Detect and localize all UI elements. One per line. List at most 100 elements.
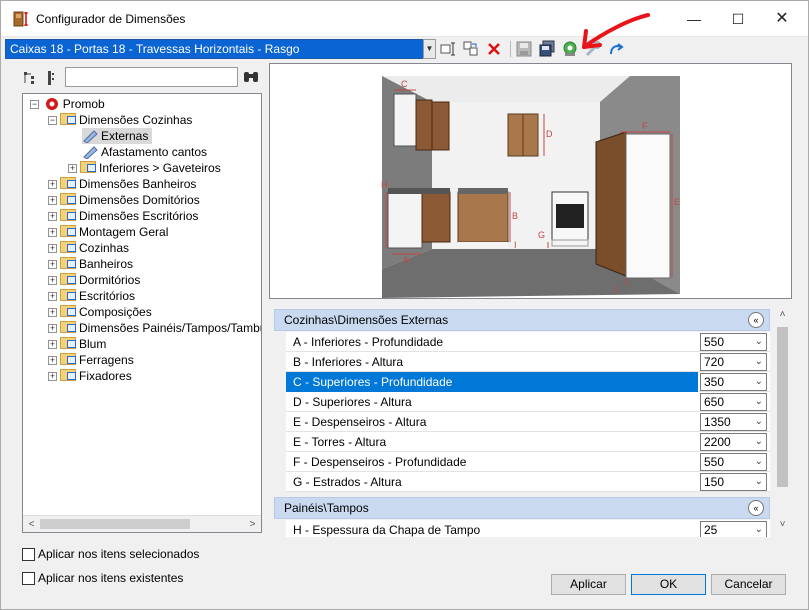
expand-icon[interactable]: + xyxy=(68,164,77,173)
tree-item[interactable]: + Blum xyxy=(48,336,106,352)
expand-icon[interactable]: + xyxy=(48,292,57,301)
checkbox-box[interactable] xyxy=(22,572,35,585)
tree-item[interactable]: + Dimensões Domitórios xyxy=(48,192,200,208)
tree-item[interactable]: + Ferragens xyxy=(48,352,134,368)
chevron-down-icon[interactable]: ⌄ xyxy=(755,454,763,470)
close-button[interactable]: ✕ xyxy=(759,1,805,37)
tree-item[interactable]: + Composições xyxy=(48,304,152,320)
tree-item[interactable]: + Dimensões Painéis/Tampos/Tambura xyxy=(48,320,261,336)
tree-item-selected[interactable]: Externas xyxy=(82,128,153,144)
tree-item[interactable]: + Cozinhas xyxy=(48,240,129,256)
expand-icon[interactable]: + xyxy=(48,180,57,189)
property-row[interactable]: A - Inferiores - Profundidade 550 ⌄ xyxy=(286,332,770,352)
save-as-icon[interactable] xyxy=(537,39,557,59)
tree-item[interactable]: + Montagem Geral xyxy=(48,224,168,240)
maximize-button[interactable]: ☐ xyxy=(715,1,761,37)
property-name[interactable]: B - Inferiores - Altura xyxy=(286,352,698,372)
collapse-category-icon[interactable]: « xyxy=(748,500,764,516)
binoculars-icon[interactable] xyxy=(241,67,261,87)
property-row[interactable]: D - Superiores - Altura 650 ⌄ xyxy=(286,392,770,412)
chevron-down-icon[interactable]: ⌄ xyxy=(755,374,763,390)
expand-icon[interactable]: + xyxy=(48,212,57,221)
scroll-left-icon[interactable]: < xyxy=(23,516,40,533)
tree-item[interactable]: + Banheiros xyxy=(48,256,133,272)
scroll-right-icon[interactable]: > xyxy=(244,516,261,533)
apply-button[interactable]: Aplicar xyxy=(551,574,626,595)
chevron-down-icon[interactable]: ⌄ xyxy=(755,354,763,370)
expand-icon[interactable]: + xyxy=(48,276,57,285)
property-row[interactable]: E - Torres - Altura 2200 ⌄ xyxy=(286,432,770,452)
apply-existing-checkbox[interactable]: Aplicar nos itens existentes xyxy=(22,571,262,587)
chevron-down-icon[interactable]: ⌄ xyxy=(755,522,763,537)
checkbox-box[interactable] xyxy=(22,548,35,561)
expand-icon[interactable]: + xyxy=(48,372,57,381)
apply-selected-checkbox[interactable]: Aplicar nos itens selecionados xyxy=(22,547,262,563)
expand-icon[interactable]: + xyxy=(48,356,57,365)
chevron-down-icon[interactable]: ⌄ xyxy=(755,394,763,410)
scroll-up-icon[interactable]: ˄ xyxy=(774,309,791,323)
property-value-select[interactable]: 350 ⌄ xyxy=(700,373,767,391)
expand-icon[interactable]: + xyxy=(48,196,57,205)
property-value-select[interactable]: 1350 ⌄ xyxy=(700,413,767,431)
property-value-select[interactable]: 150 ⌄ xyxy=(700,473,767,491)
property-name[interactable]: G - Estrados - Altura xyxy=(286,472,698,492)
scroll-down-icon[interactable]: ˅ xyxy=(774,519,791,533)
collapse-icon[interactable]: − xyxy=(30,100,39,109)
property-row-selected[interactable]: C - Superiores - Profundidade 350 ⌄ xyxy=(286,372,770,392)
tree-item[interactable]: + Dimensões Escritórios xyxy=(48,208,198,224)
tree-item[interactable]: + Dormitórios xyxy=(48,272,140,288)
property-value-select[interactable]: 2200 ⌄ xyxy=(700,433,767,451)
tree-search-input[interactable] xyxy=(65,67,238,87)
save-icon[interactable] xyxy=(514,39,534,59)
chevron-down-icon[interactable]: ⌄ xyxy=(755,434,763,450)
tree-root[interactable]: − Promob xyxy=(30,96,105,112)
rename-icon[interactable] xyxy=(438,39,458,59)
property-row[interactable]: B - Inferiores - Altura 720 ⌄ xyxy=(286,352,770,372)
config-select[interactable]: Caixas 18 - Portas 18 - Travessas Horizo… xyxy=(5,39,435,59)
property-name[interactable]: F - Despenseiros - Profundidade xyxy=(286,452,698,472)
property-name[interactable]: D - Superiores - Altura xyxy=(286,392,698,412)
collapse-icon[interactable]: − xyxy=(48,116,57,125)
chevron-down-icon[interactable]: ⌄ xyxy=(755,474,763,490)
category-header[interactable]: Cozinhas\Dimensões Externas « xyxy=(274,309,770,331)
tree-item[interactable]: + Fixadores xyxy=(48,368,132,384)
property-value-select[interactable]: 25 ⌄ xyxy=(700,521,767,537)
tree-item[interactable]: Afastamento cantos xyxy=(82,144,207,160)
category-tree[interactable]: − Promob − Dimensões Cozinhas Externas Af… xyxy=(22,93,262,533)
properties-grid[interactable]: Cozinhas\Dimensões Externas « A - Inferi… xyxy=(274,307,774,537)
expand-icon[interactable]: + xyxy=(48,260,57,269)
grid-vertical-scrollbar[interactable]: ˄ ˅ xyxy=(774,307,791,537)
tree-expand-icon[interactable] xyxy=(22,67,62,89)
tree-item[interactable]: − Dimensões Cozinhas xyxy=(48,112,192,128)
chevron-down-icon[interactable]: ⌄ xyxy=(755,334,763,350)
property-name[interactable]: C - Superiores - Profundidade xyxy=(286,372,698,392)
property-row[interactable]: H - Espessura da Chapa de Tampo 25 ⌄ xyxy=(286,520,770,537)
expand-icon[interactable]: + xyxy=(48,324,57,333)
cancel-button[interactable]: Cancelar xyxy=(711,574,786,595)
property-row[interactable]: E - Despenseiros - Altura 1350 ⌄ xyxy=(286,412,770,432)
expand-icon[interactable]: + xyxy=(48,308,57,317)
config-select-dropdown-icon[interactable]: ▼ xyxy=(423,39,436,59)
expand-icon[interactable]: + xyxy=(48,340,57,349)
tree-item[interactable]: + Inferiores > Gaveteiros xyxy=(68,160,221,176)
minimize-button[interactable]: — xyxy=(671,1,717,37)
collapse-category-icon[interactable]: « xyxy=(748,312,764,328)
property-row[interactable]: G - Estrados - Altura 150 ⌄ xyxy=(286,472,770,492)
category-header[interactable]: Painéis\Tampos « xyxy=(274,497,770,519)
chevron-down-icon[interactable]: ⌄ xyxy=(755,414,763,430)
expand-icon[interactable]: + xyxy=(48,228,57,237)
copy-icon[interactable] xyxy=(461,39,481,59)
scroll-thumb[interactable] xyxy=(777,327,788,487)
delete-icon[interactable] xyxy=(484,39,504,59)
property-row[interactable]: F - Despenseiros - Profundidade 550 ⌄ xyxy=(286,452,770,472)
property-name[interactable]: E - Torres - Altura xyxy=(286,432,698,452)
scroll-thumb[interactable] xyxy=(40,519,190,529)
tree-horizontal-scrollbar[interactable]: < > xyxy=(23,515,261,532)
property-value-select[interactable]: 650 ⌄ xyxy=(700,393,767,411)
property-name[interactable]: A - Inferiores - Profundidade xyxy=(286,332,698,352)
property-value-select[interactable]: 550 ⌄ xyxy=(700,333,767,351)
property-value-select[interactable]: 720 ⌄ xyxy=(700,353,767,371)
expand-icon[interactable]: + xyxy=(48,244,57,253)
tree-item[interactable]: + Dimensões Banheiros xyxy=(48,176,196,192)
property-value-select[interactable]: 550 ⌄ xyxy=(700,453,767,471)
